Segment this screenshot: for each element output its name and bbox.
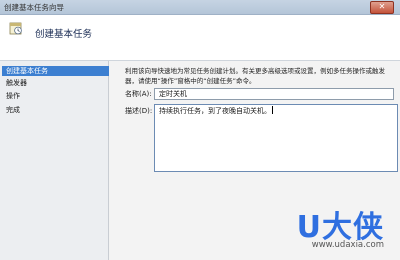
step-create-basic-task[interactable]: 创建基本任务 (2, 66, 109, 76)
task-scheduler-icon (9, 22, 22, 35)
step-finish[interactable]: 完成 (2, 105, 109, 115)
name-field[interactable]: 定时关机 (154, 88, 394, 100)
step-trigger[interactable]: 触发器 (2, 78, 109, 88)
watermark: U大侠 www.udaxia.com (260, 202, 390, 258)
wizard-steps-sidebar: 创建基本任务 触发器 操作 完成 (0, 61, 109, 260)
description-field[interactable]: 持续执行任务，到了夜晚自动关机。 (154, 104, 398, 172)
page-title: 创建基本任务 (35, 29, 93, 40)
wizard-description: 利用该向导快速地为常见任务创建计划。有关更多高级选项或设置，例如多任务操作或触发… (125, 66, 395, 86)
description-line-2: 器，请使用“操作”窗格中的“创建任务”命令。 (125, 77, 256, 85)
close-button[interactable]: ✕ (370, 1, 394, 14)
name-field-value: 定时关机 (159, 90, 187, 98)
name-label: 名称(A): (125, 90, 152, 98)
title-bar[interactable]: 创建基本任务向导 ✕ (0, 0, 400, 15)
window-title: 创建基本任务向导 (4, 3, 64, 12)
wizard-header: 创建基本任务 (0, 15, 400, 60)
description-label: 描述(D): (125, 107, 153, 115)
task-wizard-window: 创建基本任务向导 ✕ 创建基本任务 创建基本任务 触发器 操作 完成 利用该向导… (0, 0, 400, 260)
description-field-value: 持续执行任务，到了夜晚自动关机。 (159, 107, 271, 115)
watermark-url: www.udaxia.com (311, 240, 384, 250)
description-line-1: 利用该向导快速地为常见任务创建计划。有关更多高级选项或设置，例如多任务操作或触发 (125, 67, 385, 75)
close-icon: ✕ (378, 2, 386, 11)
step-action[interactable]: 操作 (2, 91, 109, 101)
text-cursor (272, 106, 273, 114)
